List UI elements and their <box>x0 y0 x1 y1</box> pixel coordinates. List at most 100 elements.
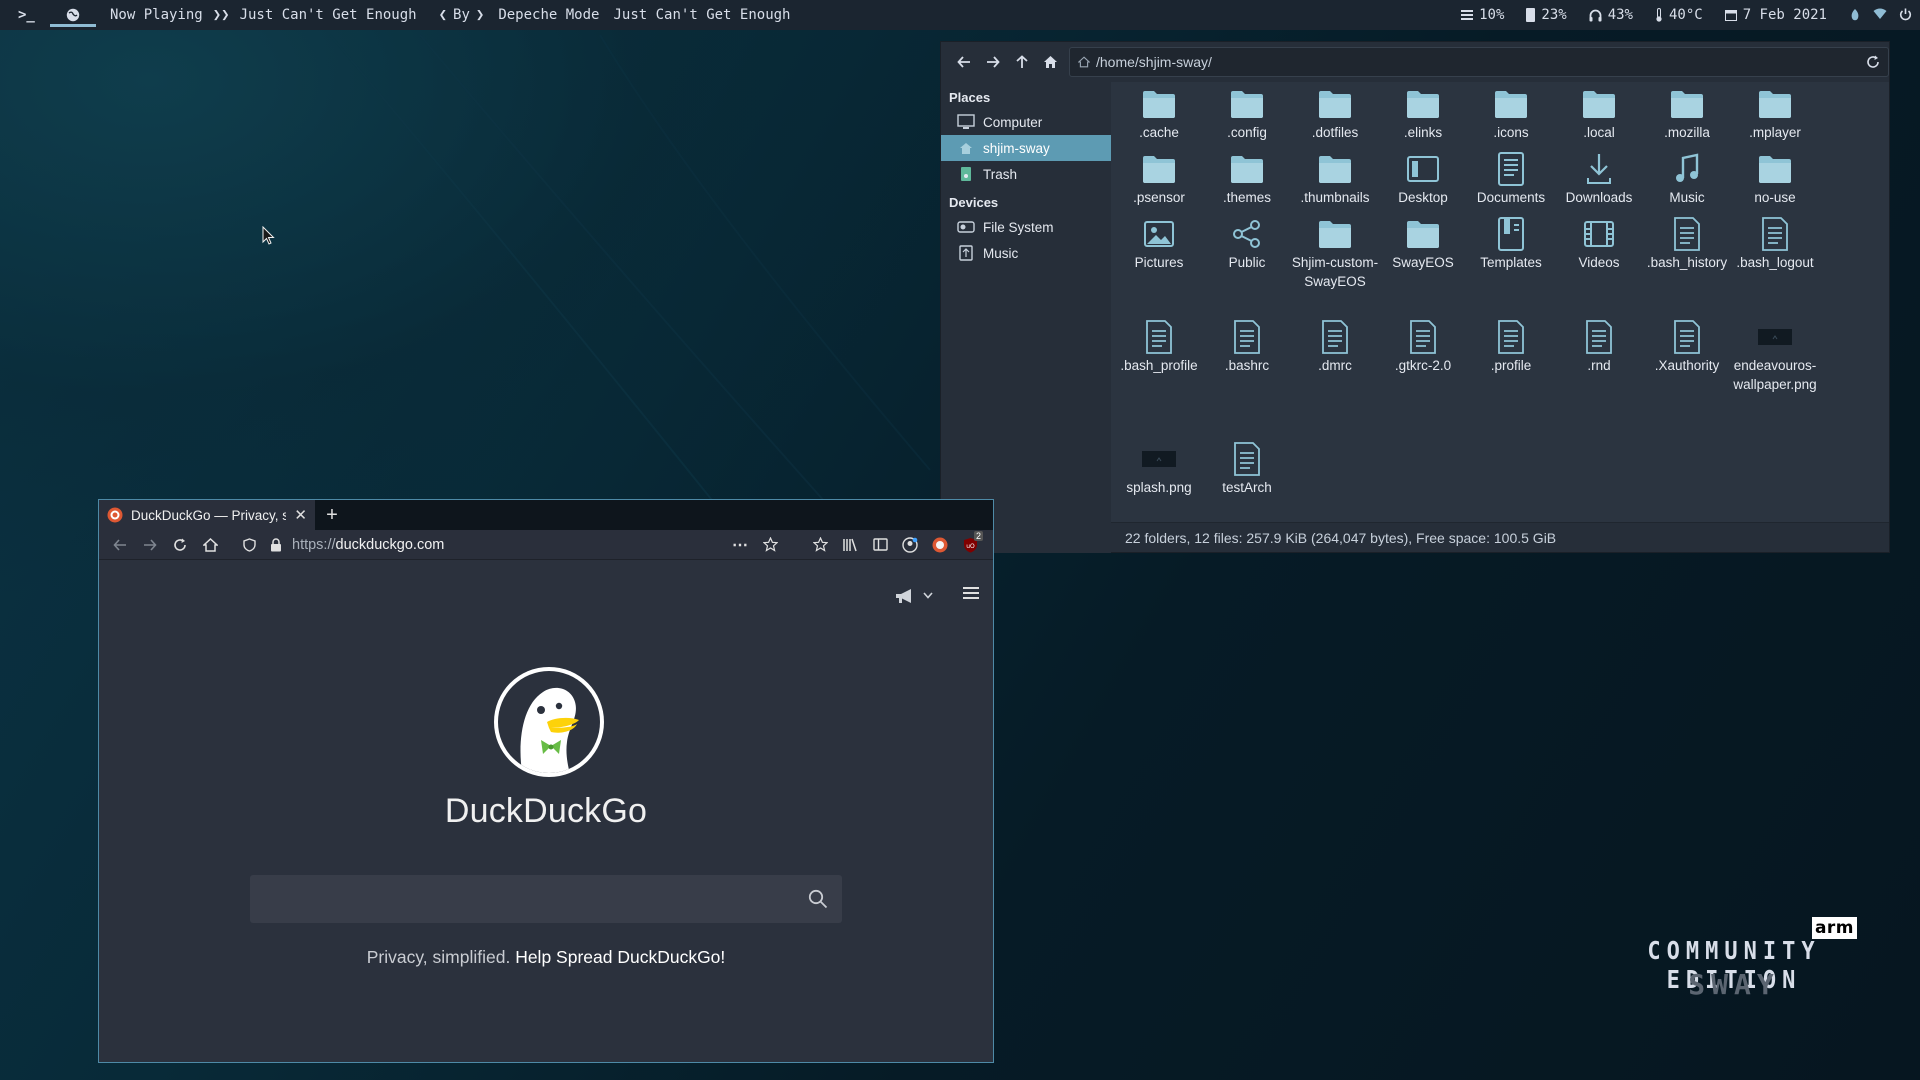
sidebar-item-music-drive[interactable]: Music <box>941 240 1111 266</box>
file-item[interactable]: .themes <box>1203 151 1291 207</box>
file-item[interactable]: .psensor <box>1115 151 1203 207</box>
next-track-icon[interactable]: ❯ <box>472 7 488 23</box>
browser-forward-button[interactable] <box>135 531 165 559</box>
drive-icon <box>957 221 975 233</box>
sidebar-item-trash[interactable]: Trash <box>941 161 1111 187</box>
tracking-shield-icon[interactable] <box>243 537 256 552</box>
tab-duckduckgo[interactable]: DuckDuckGo — Privacy, si ✕ <box>99 500 315 530</box>
text-file-icon <box>1757 216 1793 252</box>
temperature-stat[interactable]: 40°C <box>1655 7 1703 23</box>
file-item[interactable]: Music <box>1643 151 1731 207</box>
file-item[interactable]: Shjim-custom-SwayEOS <box>1291 216 1379 291</box>
file-item[interactable]: .profile <box>1467 319 1555 375</box>
file-item[interactable]: Templates <box>1467 216 1555 272</box>
volume-stat[interactable]: 43% <box>1589 7 1633 23</box>
home-button[interactable] <box>1036 47 1065 77</box>
file-item[interactable]: .config <box>1203 86 1291 142</box>
file-view[interactable]: .cache .config .dotfiles .elinks .icons .loca… <box>1111 82 1889 510</box>
file-item[interactable]: .bash_profile <box>1115 319 1203 375</box>
text-file-icon <box>1493 319 1529 355</box>
text-file-icon <box>1581 319 1617 355</box>
refresh-icon[interactable] <box>1866 55 1880 69</box>
prev-track-icon[interactable]: ❮ <box>435 7 451 23</box>
search-icon[interactable] <box>808 889 828 909</box>
file-item[interactable]: .thumbnails <box>1291 151 1379 207</box>
terminal-launcher-icon[interactable]: >_ <box>0 0 50 30</box>
file-item[interactable]: Videos <box>1555 216 1643 272</box>
text-file-icon <box>1317 319 1353 355</box>
sidebar-item-home[interactable]: shjim-sway <box>941 135 1111 161</box>
file-item[interactable]: Pictures <box>1115 216 1203 272</box>
computer-icon <box>957 114 975 129</box>
cpu-stat[interactable]: 10% <box>1461 7 1504 23</box>
date-stat[interactable]: 7 Feb 2021 <box>1724 7 1827 23</box>
close-tab-icon[interactable]: ✕ <box>294 506 307 524</box>
hamburger-menu-button[interactable] <box>963 586 979 605</box>
library-button[interactable] <box>835 531 865 559</box>
account-button[interactable] <box>895 531 925 559</box>
bookmarks-menu-button[interactable] <box>805 531 835 559</box>
folder-icon <box>1317 86 1353 122</box>
file-item[interactable]: endeavouros-wallpaper.png <box>1731 319 1819 394</box>
url-protocol: https:// <box>292 536 336 553</box>
file-item[interactable]: Public <box>1203 216 1291 272</box>
file-manager-statusbar: 22 folders, 12 files: 257.9 KiB (264,047… <box>1111 522 1889 552</box>
file-item[interactable]: .mplayer <box>1731 86 1819 142</box>
sidebar-item-computer[interactable]: Computer <box>941 109 1111 135</box>
search-input[interactable] <box>264 885 784 913</box>
file-item[interactable]: .Xauthority <box>1643 319 1731 375</box>
file-item[interactable]: testArch <box>1203 441 1291 497</box>
workspace-indicator[interactable] <box>50 0 96 30</box>
browser-home-button[interactable] <box>195 531 225 559</box>
browser-back-button[interactable] <box>105 531 135 559</box>
file-manager-window[interactable]: /home/shjim-sway/ Places Computer shjim-… <box>940 41 1890 553</box>
wifi-icon[interactable] <box>1873 8 1887 20</box>
file-item[interactable]: .gtkrc-2.0 <box>1379 319 1467 375</box>
nm-applet-icon[interactable] <box>1849 8 1861 22</box>
power-icon[interactable] <box>1899 8 1912 21</box>
file-item[interactable]: .cache <box>1115 86 1203 142</box>
file-item[interactable]: .icons <box>1467 86 1555 142</box>
spread-ddg-link[interactable]: Help Spread DuckDuckGo! <box>515 947 725 967</box>
file-item[interactable]: no-use <box>1731 151 1819 207</box>
file-item[interactable]: splash.png <box>1115 441 1203 497</box>
url-bar[interactable]: https://duckduckgo.com <box>243 537 444 553</box>
track-name: Just Can't Get Enough <box>613 7 791 23</box>
file-item[interactable]: .bash_logout <box>1731 216 1819 272</box>
reload-button[interactable] <box>165 531 195 559</box>
forward-button[interactable] <box>978 47 1007 77</box>
file-item[interactable]: .rnd <box>1555 319 1643 375</box>
next-icon[interactable]: ❯❯ <box>209 7 234 23</box>
file-item[interactable]: .bashrc <box>1203 319 1291 375</box>
file-item[interactable]: .bash_history <box>1643 216 1731 272</box>
file-item[interactable]: .dmrc <box>1291 319 1379 375</box>
folder-icon <box>1141 151 1177 187</box>
sidebar-toggle-button[interactable] <box>865 531 895 559</box>
file-item[interactable]: .dotfiles <box>1291 86 1379 142</box>
up-button[interactable] <box>1007 47 1036 77</box>
announcements-button[interactable] <box>895 588 933 604</box>
new-tab-button[interactable]: + <box>315 500 349 530</box>
browser-window[interactable]: DuckDuckGo — Privacy, si ✕ + https://duc… <box>98 499 994 1063</box>
file-item[interactable]: Documents <box>1467 151 1555 207</box>
ublock-button[interactable]: uO 2 <box>955 530 985 559</box>
file-item[interactable]: SwayEOS <box>1379 216 1467 272</box>
duckduckgo-extension-button[interactable] <box>925 531 955 559</box>
file-item-label: .themes <box>1222 190 1272 205</box>
search-box[interactable] <box>250 875 842 923</box>
sidebar-item-filesystem[interactable]: File System <box>941 214 1111 240</box>
back-button[interactable] <box>949 47 978 77</box>
location-bar[interactable]: /home/shjim-sway/ <box>1069 47 1889 77</box>
lock-icon[interactable] <box>270 537 282 552</box>
tab-strip: DuckDuckGo — Privacy, si ✕ + <box>99 500 993 530</box>
page-actions-button[interactable]: ⋯ <box>725 531 755 559</box>
file-item-label: .gtkrc-2.0 <box>1394 358 1452 373</box>
file-item[interactable]: .mozilla <box>1643 86 1731 142</box>
file-item[interactable]: .elinks <box>1379 86 1467 142</box>
bookmark-star-button[interactable] <box>755 531 785 559</box>
file-item[interactable]: Desktop <box>1379 151 1467 207</box>
file-item[interactable]: Downloads <box>1555 151 1643 207</box>
file-item[interactable]: .local <box>1555 86 1643 142</box>
file-item-label: .thumbnails <box>1300 190 1370 205</box>
memory-stat[interactable]: 23% <box>1526 7 1567 23</box>
